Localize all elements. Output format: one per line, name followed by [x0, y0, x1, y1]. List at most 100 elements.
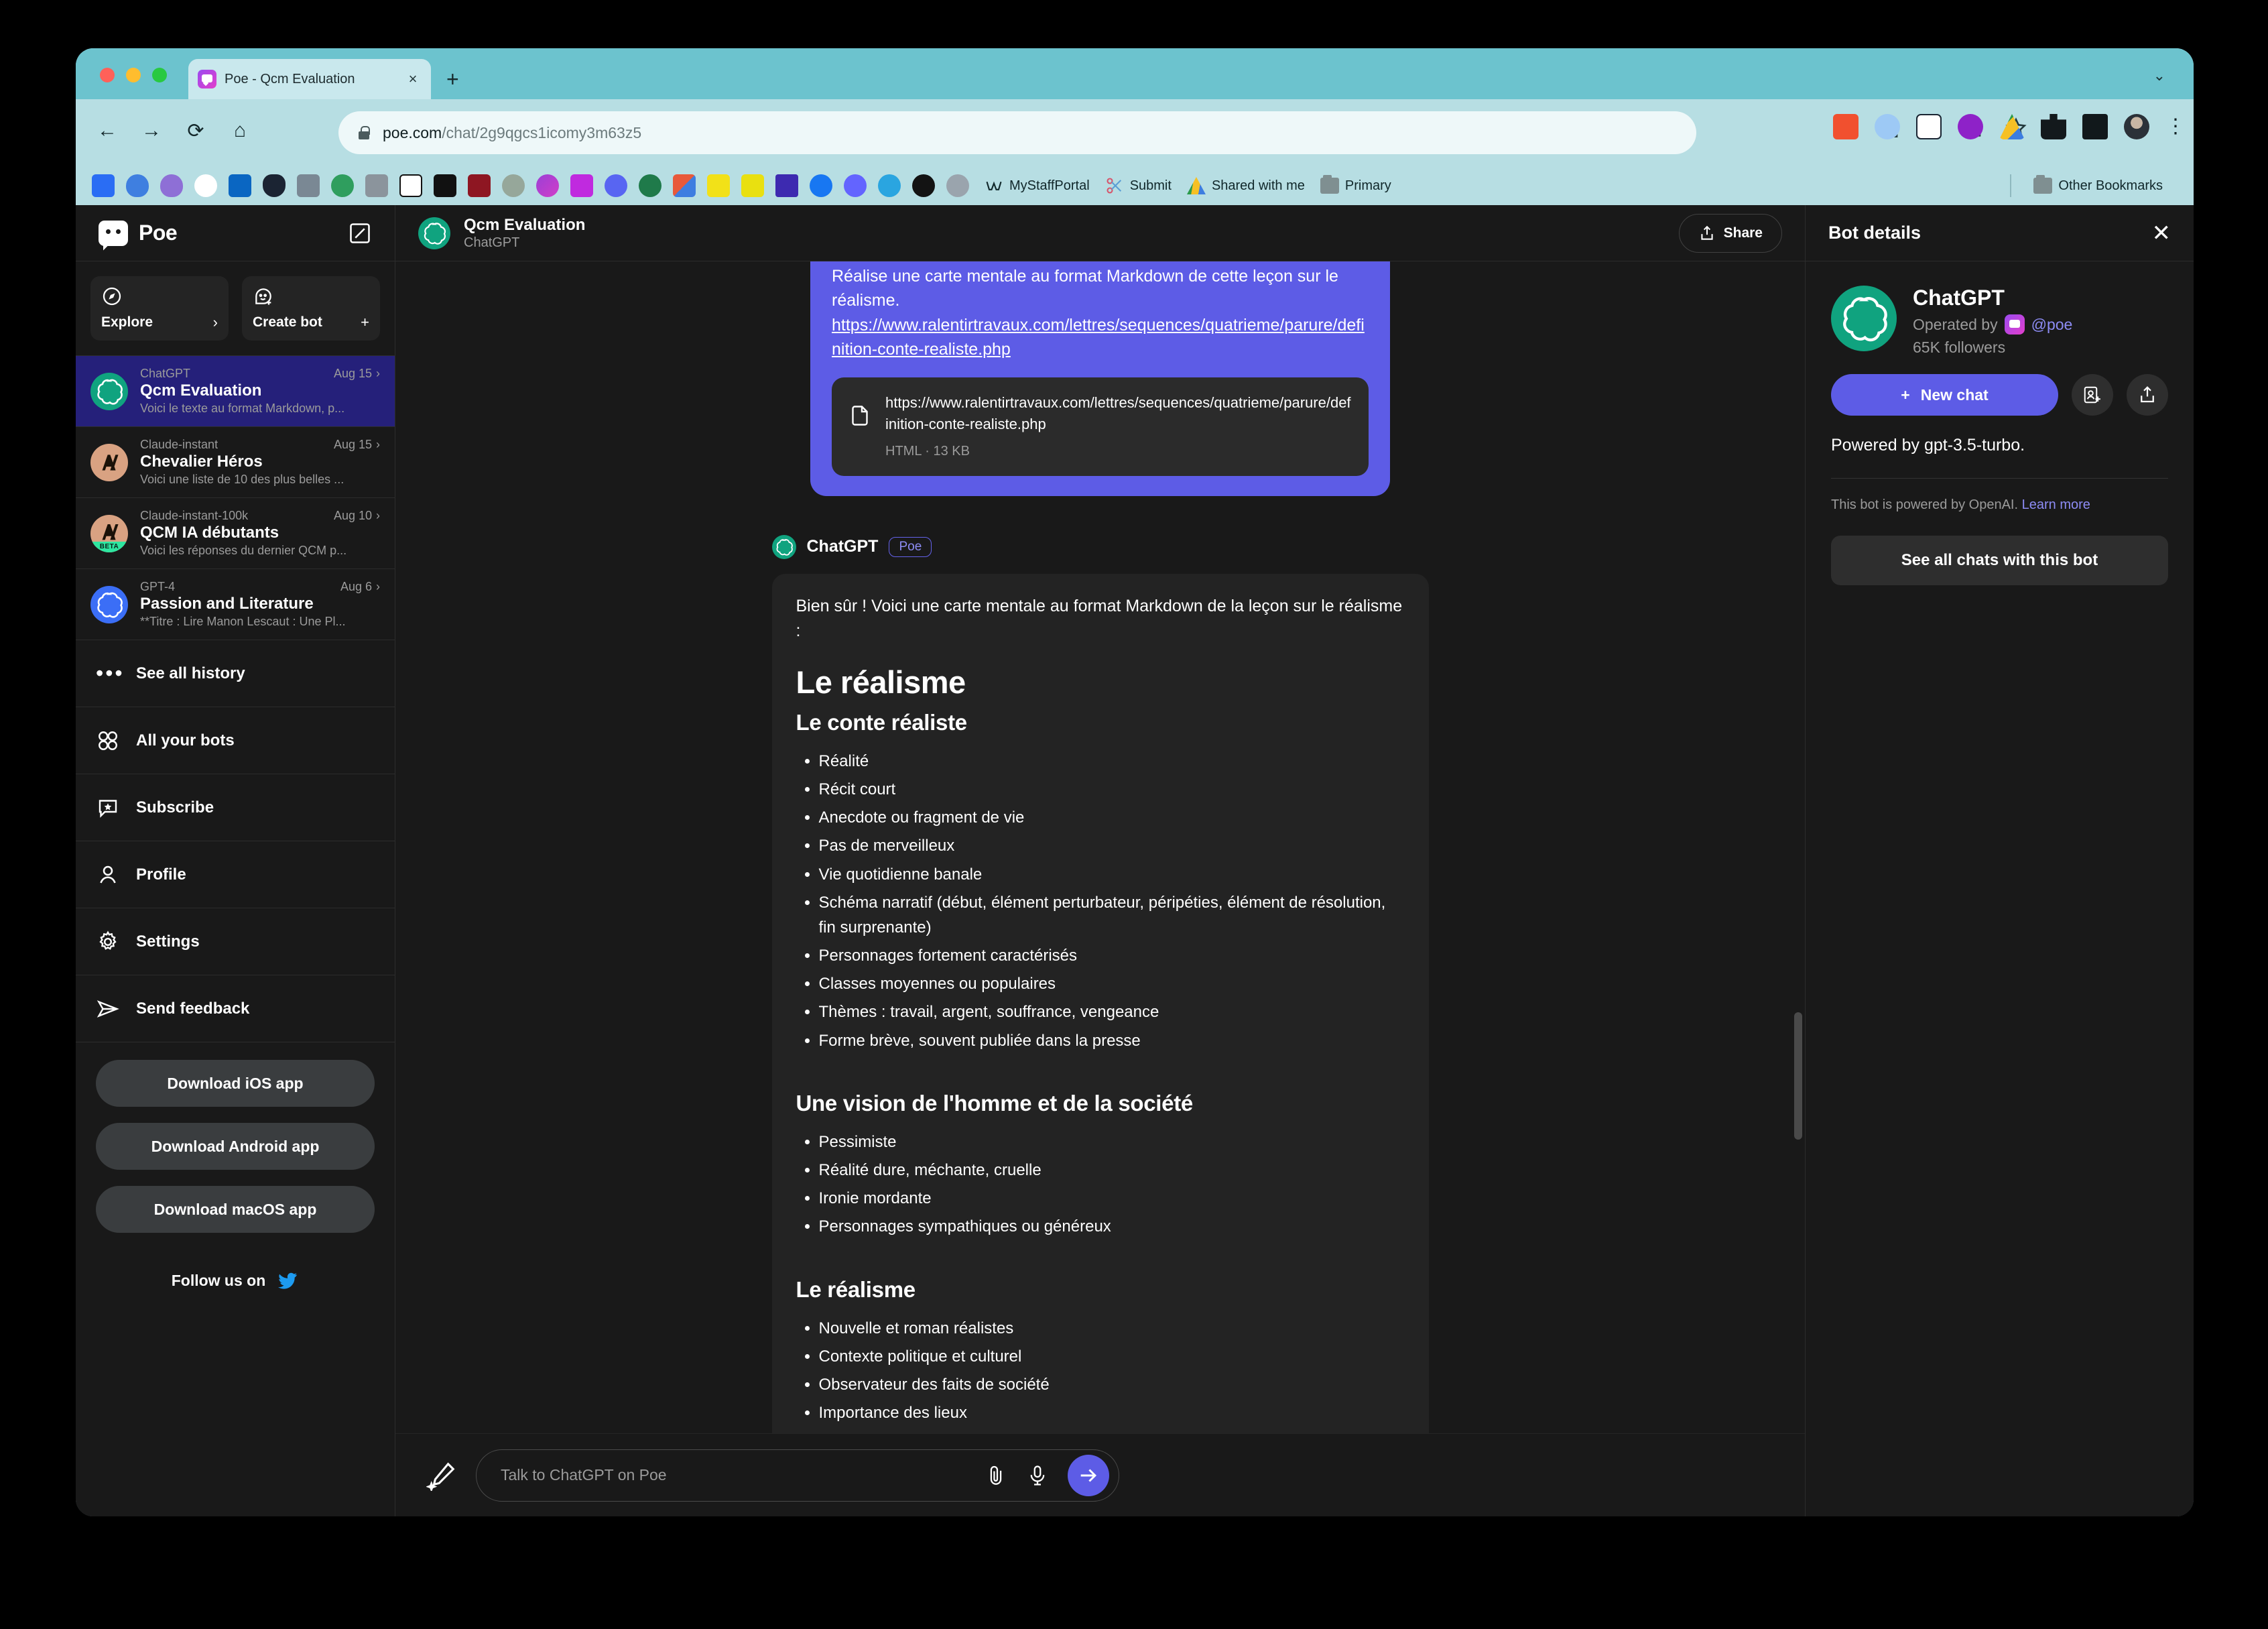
reload-button[interactable]: ⟳ — [180, 115, 211, 146]
poe-logo[interactable]: Poe — [99, 220, 178, 246]
openai-sage-bookmark-icon[interactable] — [502, 174, 525, 197]
notion-green-bookmark-icon[interactable] — [639, 174, 662, 197]
minimize-window-button[interactable] — [126, 68, 141, 82]
status-badge: Poe — [889, 536, 932, 557]
bookmark-submit[interactable]: Submit — [1105, 176, 1172, 195]
paperclip-icon[interactable] — [985, 1463, 1007, 1488]
magenta-bars-bookmark-icon[interactable] — [570, 174, 593, 197]
list-item: Pas de merveilleux — [819, 833, 1405, 858]
mastodon-bookmark-icon[interactable] — [844, 174, 867, 197]
infinity-bookmark-icon[interactable] — [92, 174, 115, 197]
r-black-bookmark-icon[interactable] — [434, 174, 456, 197]
facebook-bookmark-icon[interactable] — [810, 174, 832, 197]
chat-list-item-qcm-evaluation[interactable]: ChatGPT Aug 15 › Qcm Evaluation Voici le … — [76, 356, 395, 427]
bookmark-primary[interactable]: Primary — [1320, 175, 1391, 194]
magic-wand-icon[interactable] — [426, 1460, 457, 1491]
operator-handle[interactable]: @poe — [2031, 316, 2073, 334]
download-macos-button[interactable]: Download macOS app — [96, 1186, 375, 1233]
chat-list-item-qcm-ia-debutants[interactable]: BETA Claude-instant-100k Aug 10 › QCM IA … — [76, 498, 395, 569]
download-ios-button[interactable]: Download iOS app — [96, 1060, 375, 1107]
home-button[interactable]: ⌂ — [225, 115, 255, 146]
grey-building-bookmark-icon[interactable] — [365, 174, 388, 197]
blue-drop-bookmark-icon[interactable] — [126, 174, 149, 197]
red-pattern-bookmark-icon[interactable] — [468, 174, 491, 197]
browser-menu-button[interactable]: ⋮ — [2165, 117, 2186, 137]
user-message-link[interactable]: https://www.ralentirtravaux.com/lettres/… — [832, 316, 1365, 359]
follow-us-row[interactable]: Follow us on — [96, 1269, 375, 1292]
google-drive-icon[interactable] — [1999, 114, 2025, 139]
sidebar-item-subscribe[interactable]: Subscribe — [76, 774, 395, 841]
add-contact-icon — [2084, 386, 2100, 404]
chat-input[interactable]: Talk to ChatGPT on Poe — [501, 1466, 966, 1484]
g-circle-bookmark-icon[interactable] — [912, 174, 935, 197]
see-all-chats-button[interactable]: See all chats with this bot — [1831, 536, 2168, 585]
blue-circle-extension-icon[interactable] — [1875, 114, 1900, 139]
c-circle-bookmark-icon[interactable] — [878, 174, 901, 197]
kahoot-bookmark-icon[interactable] — [775, 174, 798, 197]
kami-extension-icon[interactable] — [1958, 114, 1983, 139]
dark-shield-bookmark-icon[interactable] — [263, 174, 286, 197]
google-translate-bookmark-icon[interactable] — [297, 174, 320, 197]
list-item: Schéma narratif (début, élément perturba… — [819, 890, 1405, 940]
r-white-bookmark-icon[interactable] — [399, 174, 422, 197]
chat-list-item-chevalier-heros[interactable]: Claude-instant Aug 15 › Chevalier Héros V… — [76, 427, 395, 498]
send-button[interactable] — [1068, 1454, 1109, 1496]
side-panel-icon[interactable] — [2082, 114, 2108, 139]
chat-input-wrapper[interactable]: Talk to ChatGPT on Poe — [476, 1449, 1119, 1502]
yellow-leaf-bookmark-icon[interactable] — [741, 174, 764, 197]
close-tab-button[interactable]: × — [404, 70, 422, 88]
compose-icon[interactable] — [348, 221, 372, 245]
sidebar-item-send-feedback[interactable]: Send feedback — [76, 975, 395, 1042]
sidebar-item-see-all-history[interactable]: ••• See all history — [76, 640, 395, 707]
linkedin-bookmark-icon[interactable] — [229, 174, 251, 197]
maximize-window-button[interactable] — [152, 68, 167, 82]
forward-button[interactable]: → — [136, 115, 167, 146]
address-bar[interactable]: poe.com/chat/2g9qgcs1icomy3m63z5 — [338, 111, 1696, 154]
yellow-face-bookmark-icon[interactable] — [707, 174, 730, 197]
avatar[interactable] — [2124, 114, 2149, 139]
chat-scroll-area[interactable]: Réalise une carte mentale au format Mark… — [395, 261, 1805, 1433]
github-bookmark-icon[interactable] — [194, 174, 217, 197]
new-tab-button[interactable]: + — [446, 68, 459, 90]
markdown-h2-le-realisme: Le réalisme — [796, 1276, 916, 1302]
new-chat-button[interactable]: + New chat — [1831, 374, 2058, 416]
chat-list-item-passion-and-literature[interactable]: GPT-4 Aug 6 › Passion and Literature **Ti… — [76, 569, 395, 640]
share-bot-button[interactable] — [2127, 374, 2168, 416]
chat-scrollbar[interactable] — [1794, 261, 1802, 1433]
puzzle-extensions-icon[interactable] — [2041, 114, 2066, 139]
list-item: Nouvelle et roman réalistes — [819, 1316, 1405, 1341]
bot-details-name: ChatGPT — [1913, 286, 2005, 310]
pocket-extension-icon[interactable] — [1916, 114, 1942, 139]
sidebar-item-all-your-bots[interactable]: All your bots — [76, 707, 395, 774]
beta-badge: BETA — [90, 541, 128, 552]
purple-drop-bookmark-icon[interactable] — [160, 174, 183, 197]
create-bot-card[interactable]: Create bot + — [242, 276, 380, 341]
attachment-card[interactable]: https://www.ralentirtravaux.com/lettres/… — [832, 377, 1369, 476]
grey-dog-bookmark-icon[interactable] — [946, 174, 969, 197]
twitter-icon[interactable] — [276, 1269, 299, 1292]
x-cross-bookmark-icon[interactable] — [673, 174, 696, 197]
close-icon[interactable]: ✕ — [2152, 222, 2171, 245]
share-button[interactable]: Share — [1678, 213, 1782, 253]
microphone-icon[interactable] — [1026, 1463, 1049, 1488]
sidebar-item-settings[interactable]: Settings — [76, 908, 395, 975]
markdown-list-realisme: Nouvelle et roman réalistes Contexte pol… — [819, 1316, 1405, 1433]
green-bot-bookmark-icon[interactable] — [331, 174, 354, 197]
fire-extension-icon[interactable] — [1833, 114, 1858, 139]
explore-card[interactable]: Explore › — [90, 276, 229, 341]
chat-scrollbar-thumb[interactable] — [1794, 1012, 1802, 1140]
bot-name: ChatGPT — [806, 537, 879, 556]
download-android-button[interactable]: Download Android app — [96, 1123, 375, 1170]
poe-bookmark-icon[interactable] — [536, 174, 559, 197]
other-bookmarks-button[interactable]: Other Bookmarks — [2033, 175, 2163, 194]
tab-list-chevron-icon[interactable]: ⌄ — [2153, 67, 2165, 84]
close-window-button[interactable] — [100, 68, 115, 82]
back-button[interactable]: ← — [92, 115, 123, 146]
discord-bookmark-icon[interactable] — [605, 174, 627, 197]
sidebar-item-profile[interactable]: Profile — [76, 841, 395, 908]
add-contact-button[interactable] — [2072, 374, 2113, 416]
learn-more-link[interactable]: Learn more — [2022, 497, 2090, 512]
browser-tab[interactable]: Poe - Qcm Evaluation × — [188, 59, 431, 99]
bookmark-shared-with-me[interactable]: Shared with me — [1186, 177, 1305, 194]
bookmark-mystaffportal[interactable]: MyStaffPortal — [985, 176, 1090, 195]
